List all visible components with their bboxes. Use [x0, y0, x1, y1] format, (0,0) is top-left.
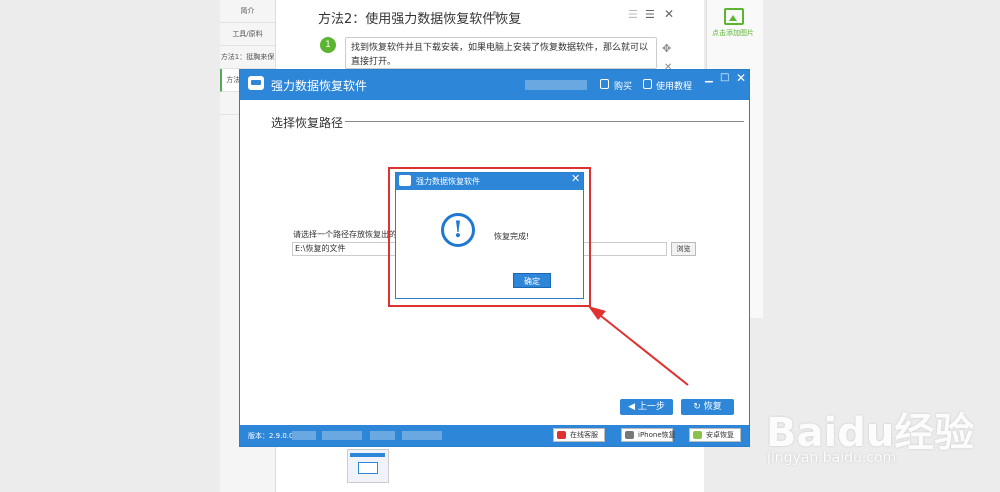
nav-item-intro[interactable]: 简介 [220, 0, 275, 23]
watermark-url: jingyan.baidu.com [767, 450, 897, 466]
android-icon [693, 431, 702, 439]
section-divider [345, 121, 744, 122]
ordered-list-icon[interactable]: ☰ [628, 8, 638, 21]
section-title: 选择恢复路径 [271, 116, 344, 130]
online-service-label: 在线客服 [570, 431, 598, 439]
pencil-icon[interactable]: ✎ [492, 10, 500, 21]
maximize-icon[interactable]: □ [720, 72, 729, 83]
android-recover-button[interactable]: 安卓恢复 [689, 428, 741, 442]
add-image-icon[interactable] [724, 8, 744, 25]
nav-item-tools[interactable]: 工具/原料 [220, 23, 275, 46]
android-recover-label: 安卓恢复 [706, 431, 734, 439]
step-title: 方法2：使用强力数据恢复软件恢复 [318, 12, 522, 27]
nav-item-method-1[interactable]: 方法1：挺胸来保 [220, 46, 275, 69]
app-title: 强力数据恢复软件 [271, 79, 368, 93]
list-icon[interactable]: ☰ [645, 8, 655, 21]
close-icon[interactable]: ✕ [664, 7, 674, 21]
add-image-label[interactable]: 点击添加图片 [712, 28, 754, 38]
blurred-info [402, 431, 442, 440]
recover-button[interactable]: ↻ 恢复 [681, 399, 734, 415]
recover-label: 恢复 [703, 402, 722, 412]
qq-icon [557, 431, 566, 439]
blurred-info [322, 431, 362, 440]
blurred-account [525, 80, 587, 90]
window-close-icon[interactable]: ✕ [736, 71, 746, 85]
prev-step-button[interactable]: ◀ 上一步 [620, 399, 673, 415]
move-icon[interactable]: ✥ [662, 42, 671, 55]
highlight-box [388, 167, 591, 307]
minimize-icon[interactable]: ▁ [705, 72, 713, 83]
version-label: 版本：2.9.0.0 [248, 432, 294, 440]
book-icon[interactable] [643, 79, 652, 89]
buy-link[interactable]: 购买 [614, 79, 632, 92]
blurred-info [292, 431, 316, 440]
cart-icon[interactable] [600, 79, 609, 89]
browse-button[interactable]: 浏览 [671, 242, 696, 256]
image-thumbnail[interactable] [347, 449, 389, 483]
iphone-recover-button[interactable]: iPhone恢复 [621, 428, 676, 442]
tutorial-link[interactable]: 使用教程 [656, 79, 692, 92]
step-text-field[interactable]: 找到恢复软件并且下载安装，如果电脑上安装了恢复数据软件，那么就可以直接打开。 [345, 37, 657, 69]
apple-icon [625, 431, 634, 439]
prev-step-label: 上一步 [637, 402, 665, 412]
refresh-icon: ↻ [693, 402, 704, 412]
app-logo-icon [248, 76, 264, 90]
step-number-badge: 1 [320, 37, 336, 53]
online-service-button[interactable]: 在线客服 [553, 428, 605, 442]
blurred-info [370, 431, 395, 440]
back-arrow-icon: ◀ [628, 402, 638, 412]
iphone-recover-label: iPhone恢复 [638, 431, 676, 439]
